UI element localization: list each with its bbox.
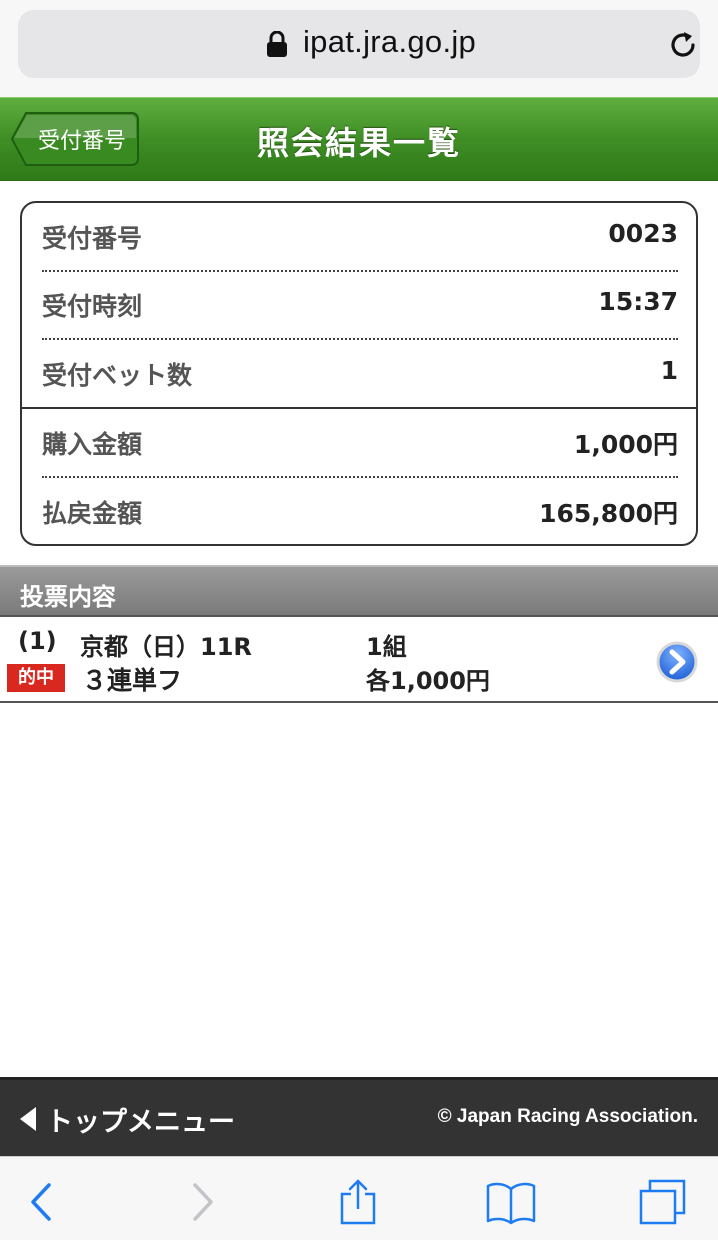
- summary-card: 受付番号 0023 受付時刻 15:37 受付ベット数 1 購入金額 1,000…: [20, 201, 698, 546]
- summary-label: 払戻金額: [42, 499, 143, 528]
- chevron-right-icon[interactable]: [178, 1179, 228, 1225]
- page-header: 受付番号 照会結果一覧: [0, 97, 718, 181]
- bet-number: (1): [18, 627, 57, 655]
- page-title: 照会結果一覧: [256, 124, 461, 162]
- summary-row-receipt-time: 受付時刻 15:37: [42, 271, 678, 339]
- summary-value: 165,800円: [539, 499, 678, 528]
- chevron-left-icon[interactable]: [16, 1179, 66, 1225]
- share-icon[interactable]: [333, 1179, 383, 1225]
- chevron-right-circle-icon[interactable]: [656, 641, 698, 683]
- triangle-left-icon: [20, 1107, 36, 1131]
- summary-label: 受付番号: [42, 224, 143, 253]
- address-bar[interactable]: ipat.jra.go.jp: [18, 10, 700, 78]
- bet-type: ３連単フ: [82, 666, 183, 695]
- summary-label: 購入金額: [42, 430, 143, 459]
- summary-label: 受付ベット数: [42, 361, 193, 390]
- summary-value: 1,000円: [573, 430, 678, 459]
- summary-row-bet-count: 受付ベット数 1: [42, 340, 678, 408]
- bet-race: 京都（日）11R: [80, 633, 252, 661]
- browser-address-area: ipat.jra.go.jp: [0, 0, 718, 97]
- book-icon[interactable]: [486, 1179, 536, 1225]
- summary-row-receipt-number: 受付番号 0023: [42, 203, 678, 271]
- summary-value: 0023: [608, 219, 678, 248]
- section-header: 投票内容: [0, 565, 718, 617]
- summary-label: 受付時刻: [42, 292, 143, 321]
- url-text: ipat.jra.go.jp: [303, 24, 477, 59]
- copyright-text: © Japan Racing Association.: [437, 1106, 698, 1127]
- bet-list-item[interactable]: (1) 京都（日）11R 1組 的中 ３連単フ 各1,000円: [0, 619, 718, 703]
- reload-icon[interactable]: [666, 28, 700, 62]
- summary-value: 1: [660, 356, 678, 385]
- tabs-icon[interactable]: [638, 1179, 688, 1225]
- bet-amount: 各1,000円: [366, 667, 490, 695]
- bet-combination-count: 1組: [366, 633, 407, 661]
- summary-row-purchase-amount: 購入金額 1,000円: [42, 409, 678, 477]
- summary-row-payout-amount: 払戻金額 165,800円: [42, 478, 678, 546]
- footer-bar: トップメニュー © Japan Racing Association.: [0, 1077, 718, 1156]
- browser-toolbar: [0, 1156, 718, 1240]
- hit-badge: 的中: [7, 664, 65, 692]
- lock-icon: [267, 31, 287, 57]
- section-title: 投票内容: [20, 583, 116, 611]
- top-menu-label: トップメニュー: [46, 1107, 235, 1138]
- summary-value: 15:37: [598, 287, 678, 316]
